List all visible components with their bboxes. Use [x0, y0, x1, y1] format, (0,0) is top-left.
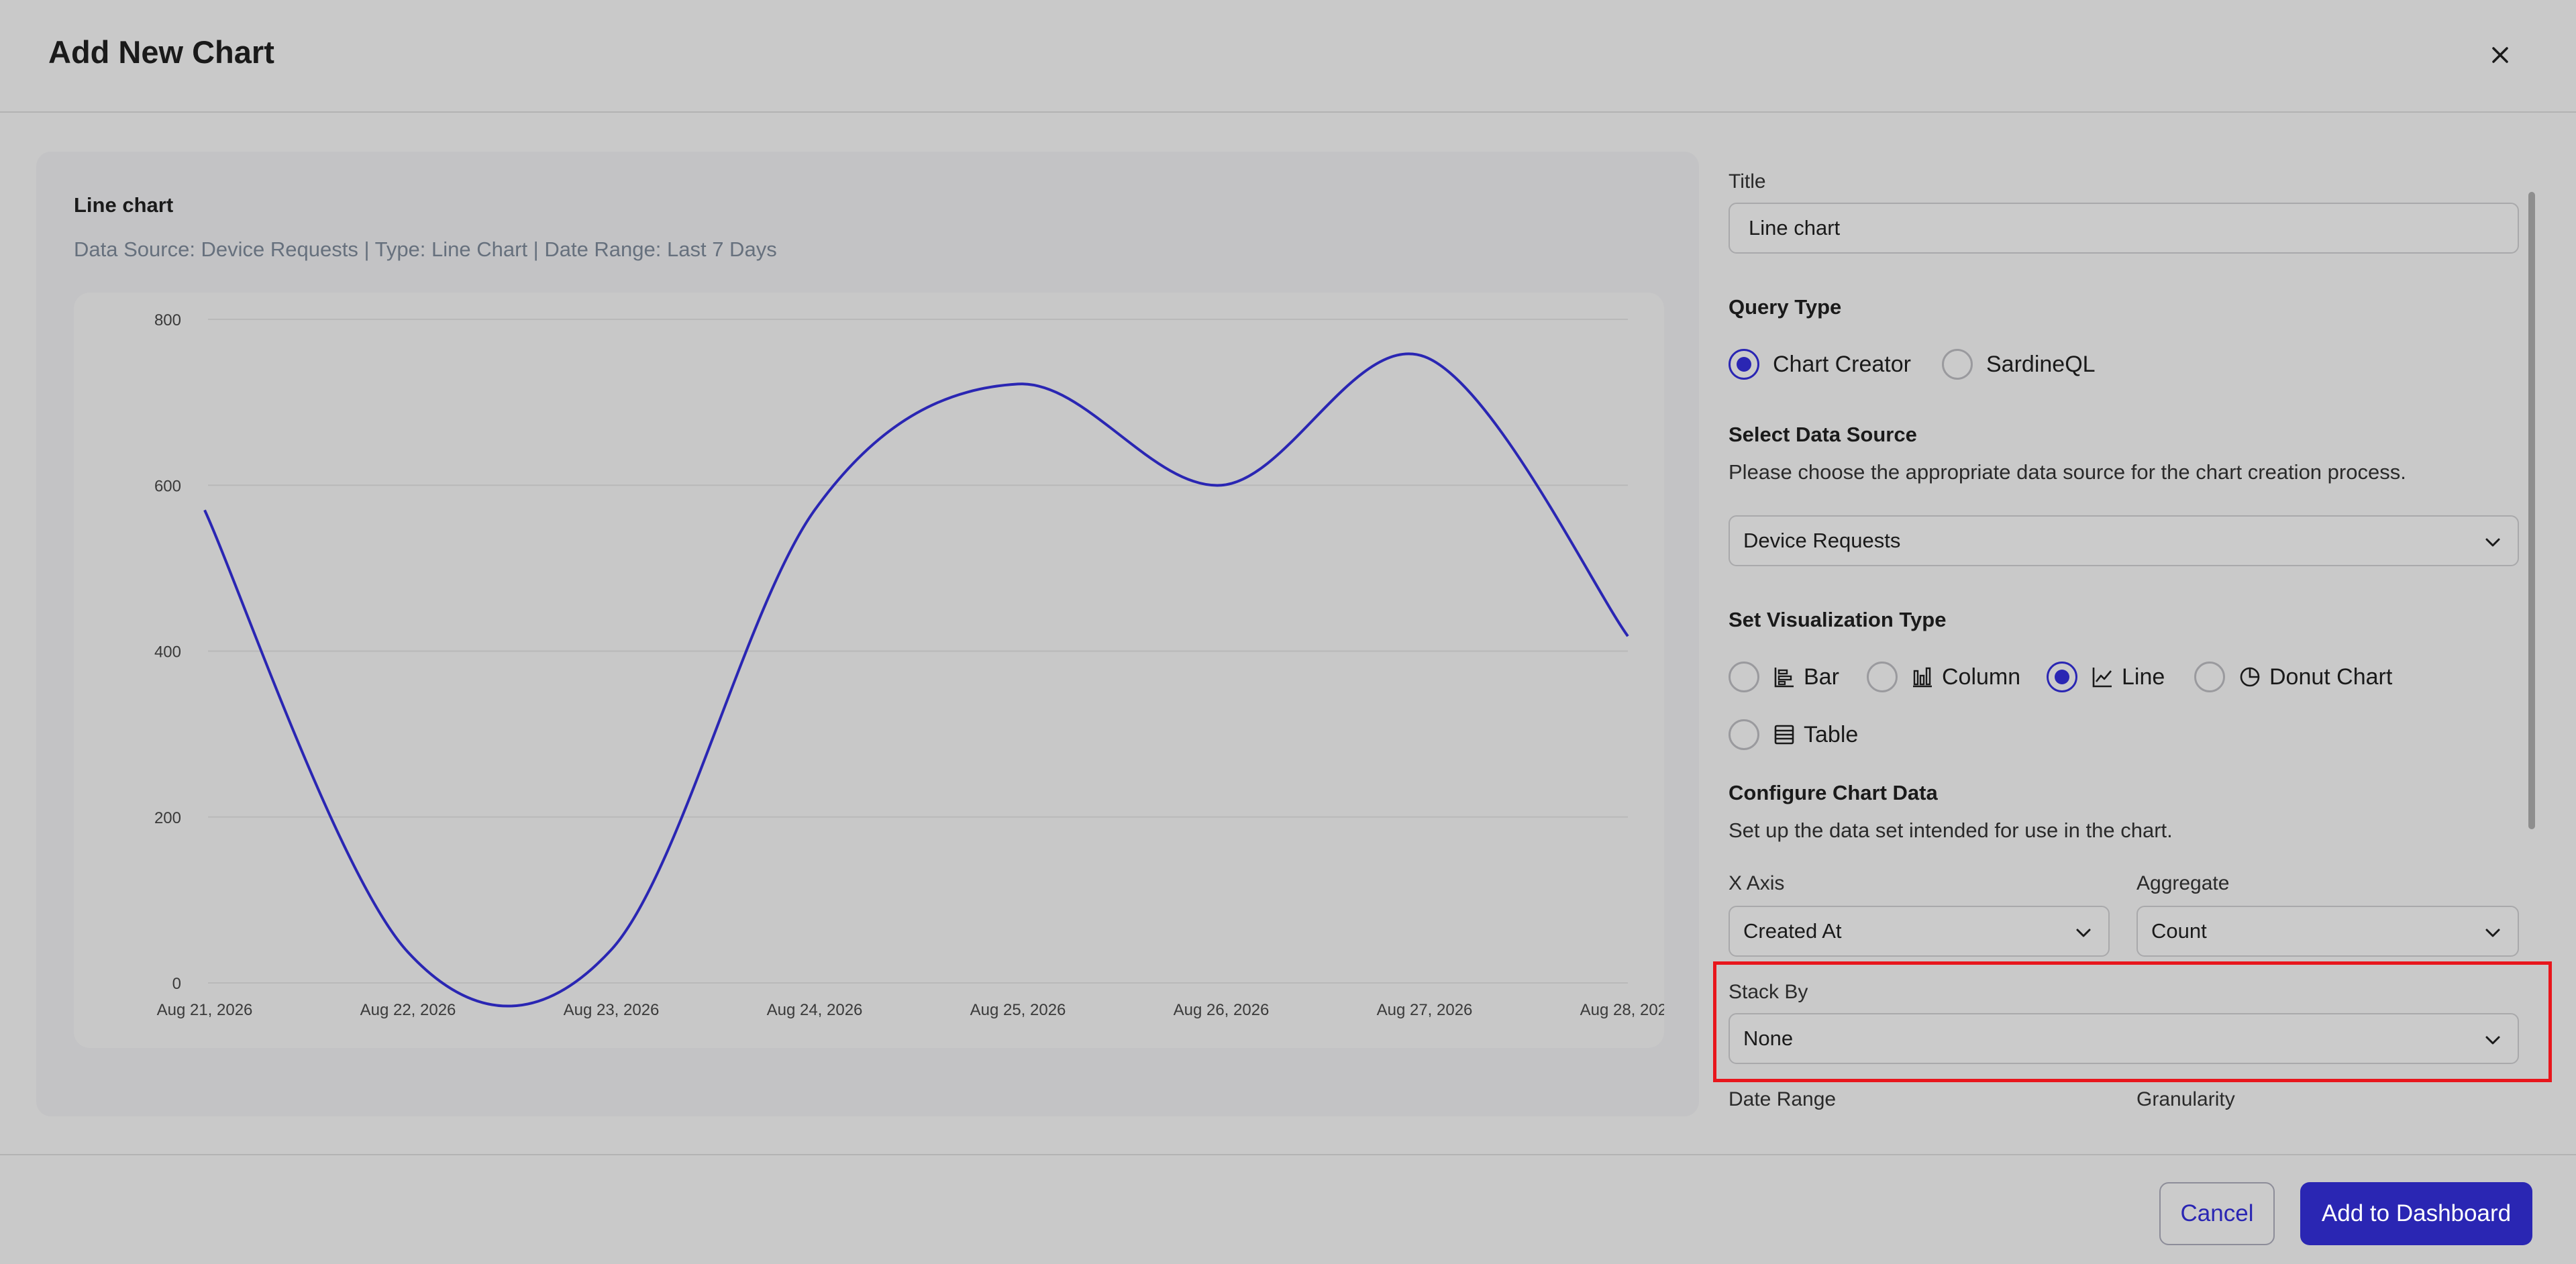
line-radio[interactable] [2047, 662, 2077, 692]
bar-radio[interactable] [1729, 662, 1759, 692]
cancel-button[interactable]: Cancel [2159, 1182, 2275, 1245]
table-radio[interactable] [1729, 719, 1759, 750]
sardineql-radio[interactable] [1942, 349, 1973, 380]
viz-type-line[interactable]: Line [2047, 662, 2165, 692]
series-line-0 [203, 352, 1629, 1008]
chart-area: 0 200 400 600 800 Aug 21, 2026 Aug 22, 2026 Aug… [74, 293, 1664, 1048]
query-type-sardineql[interactable]: SardineQL [1942, 349, 2096, 380]
table-label: Table [1804, 721, 1859, 747]
y-tick-label: 200 [154, 809, 181, 827]
form-scrollbar[interactable] [2528, 192, 2535, 829]
x-tick-label: Aug 22, 2026 [360, 1001, 456, 1019]
bar-chart-icon [1773, 666, 1796, 688]
chevron-down-icon [2485, 538, 2500, 547]
chevron-down-icon [2076, 929, 2091, 937]
date-range-label: Date Range [1729, 1088, 1837, 1110]
column-radio[interactable] [1867, 662, 1898, 692]
line-chart-icon [2091, 666, 2114, 688]
data-source-description: Please choose the appropriate data sourc… [1729, 460, 2406, 484]
donut-chart-icon [2238, 666, 2261, 688]
column-label: Column [1942, 664, 2021, 690]
sardineql-label: SardineQL [1986, 351, 2096, 377]
data-source-select[interactable]: Device Requests [1729, 515, 2519, 566]
aggregate-select[interactable]: Count [2136, 906, 2519, 957]
configure-description: Set up the data set intended for use in … [1729, 819, 2173, 842]
viz-type-donut[interactable]: Donut Chart [2194, 662, 2392, 692]
x-tick-label: Aug 21, 2026 [157, 1001, 253, 1019]
configure-heading: Configure Chart Data [1729, 781, 1938, 804]
y-tick-label: 800 [154, 311, 181, 329]
line-chart: 0 200 400 600 800 Aug 21, 2026 Aug 22, 2026 Aug… [154, 311, 1664, 1019]
x-axis-value: Created At [1743, 919, 1842, 943]
donut-label: Donut Chart [2269, 664, 2393, 690]
chevron-down-icon [2485, 929, 2500, 937]
donut-radio[interactable] [2194, 662, 2225, 692]
line-label: Line [2122, 664, 2165, 690]
preview-subtitle: Data Source: Device Requests | Type: Lin… [74, 238, 777, 261]
close-icon [2492, 47, 2508, 63]
chart-creator-label: Chart Creator [1773, 351, 1911, 377]
x-tick-label: Aug 27, 2026 [1377, 1001, 1473, 1019]
column-chart-icon [1911, 666, 1934, 688]
title-input[interactable]: Line chart [1729, 203, 2519, 254]
query-type-chart-creator[interactable]: Chart Creator [1729, 349, 1911, 380]
x-axis-label: X Axis [1729, 872, 1785, 894]
granularity-label: Granularity [2136, 1088, 2235, 1110]
title-label: Title [1729, 170, 1766, 193]
preview-title: Line chart [74, 193, 174, 217]
stack-by-highlight [1713, 961, 2552, 1082]
y-tick-label: 0 [172, 975, 181, 993]
x-tick-label: Aug 28, 2026 [1580, 1001, 1664, 1019]
x-tick-label: Aug 26, 2026 [1174, 1001, 1270, 1019]
aggregate-value: Count [2151, 919, 2207, 943]
viz-type-table[interactable]: Table [1729, 719, 1858, 750]
viz-type-column[interactable]: Column [1867, 662, 2020, 692]
chart-preview-panel: Line chart Data Source: Device Requests … [36, 152, 1699, 1116]
viz-type-heading: Set Visualization Type [1729, 608, 1947, 631]
y-tick-label: 600 [154, 477, 181, 495]
bar-label: Bar [1804, 664, 1839, 690]
x-axis-select[interactable]: Created At [1729, 906, 2110, 957]
y-tick-label: 400 [154, 643, 181, 662]
x-tick-label: Aug 25, 2026 [970, 1001, 1066, 1019]
x-tick-label: Aug 23, 2026 [564, 1001, 660, 1019]
data-source-value: Device Requests [1743, 529, 1901, 552]
query-type-heading: Query Type [1729, 295, 1842, 319]
modal-header: Add New Chart [0, 0, 2576, 113]
aggregate-label: Aggregate [2136, 872, 2230, 894]
table-icon [1773, 723, 1796, 746]
chart-creator-radio[interactable] [1729, 349, 1759, 380]
add-to-dashboard-button[interactable]: Add to Dashboard [2300, 1182, 2532, 1245]
viz-type-bar[interactable]: Bar [1729, 662, 1839, 692]
x-tick-label: Aug 24, 2026 [767, 1001, 863, 1019]
data-source-heading: Select Data Source [1729, 423, 1917, 446]
add-chart-modal: Add New Chart Line chart Data Source: De… [0, 0, 2576, 1264]
modal-title: Add New Chart [48, 34, 274, 70]
close-button[interactable] [2483, 38, 2518, 72]
